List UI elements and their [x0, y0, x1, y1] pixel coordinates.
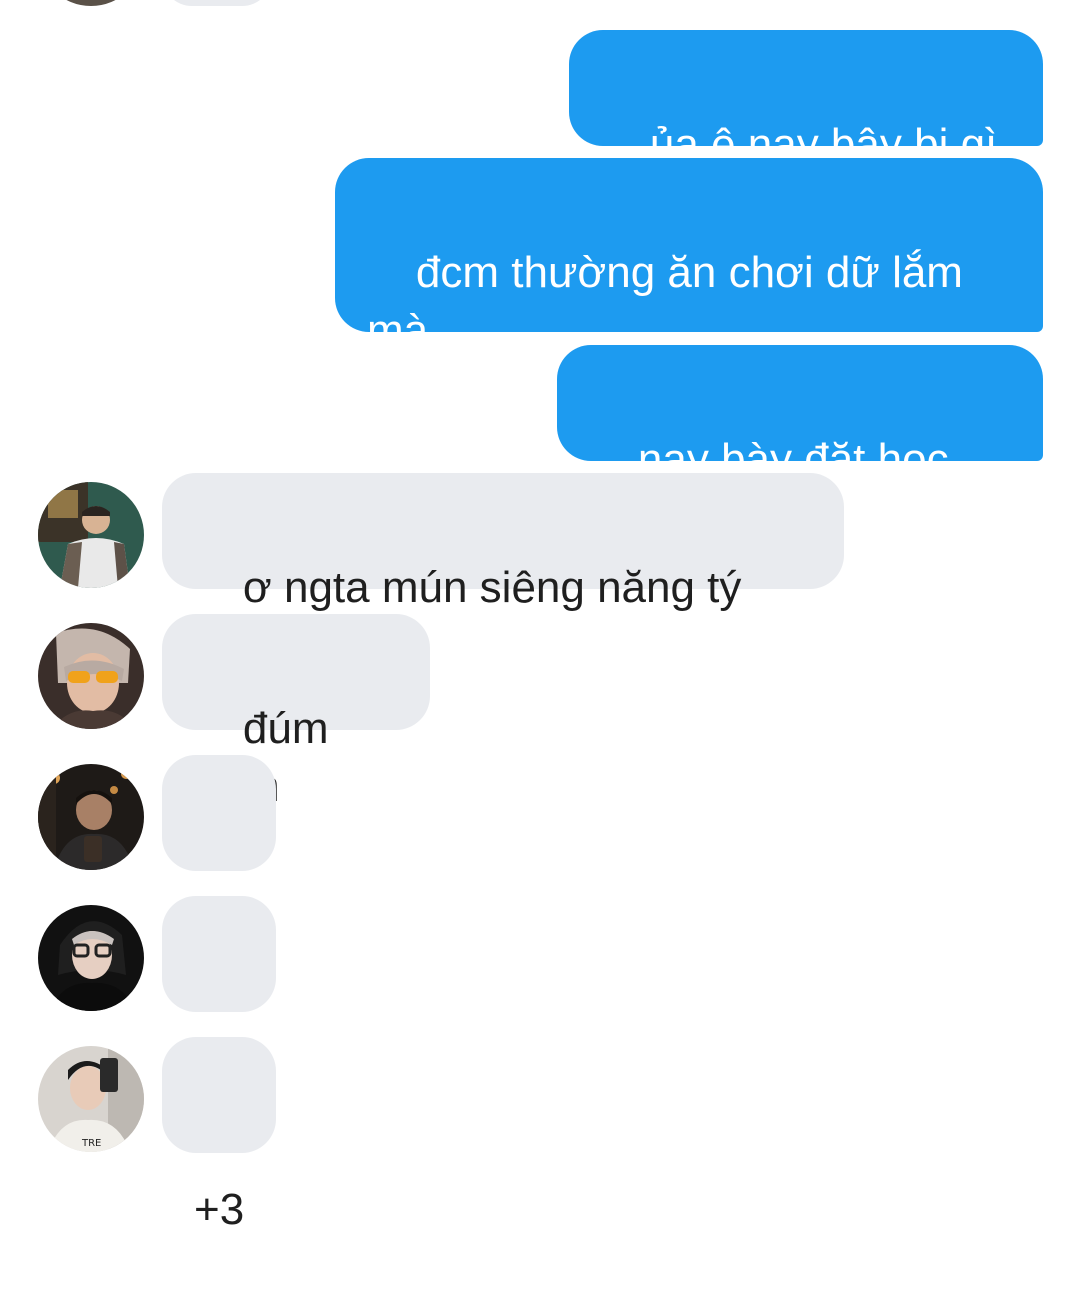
- incoming-message-4[interactable]: +2: [162, 896, 276, 1093]
- avatar[interactable]: [38, 905, 144, 1011]
- avatar[interactable]: [38, 482, 144, 588]
- incoming-message-1[interactable]: ơ ngta mún siêng năng tý mờ: [162, 473, 844, 670]
- outgoing-message-1[interactable]: ủa ê nay bây bị gì v: [569, 30, 1043, 227]
- incoming-message-3[interactable]: +1: [162, 755, 276, 952]
- outgoing-message-3[interactable]: nay bày đặt học bài: [557, 345, 1043, 542]
- message-text: +3: [194, 1185, 245, 1234]
- user-photo-icon: TRE: [38, 1046, 144, 1152]
- user-photo-icon: [38, 623, 144, 729]
- message-thread: ủa ê nay bây bị gì v đcm thường ăn chơi …: [0, 0, 1080, 1234]
- avatar[interactable]: TRE: [38, 1046, 144, 1152]
- svg-text:TRE: TRE: [81, 1138, 101, 1149]
- message-bubble-partial[interactable]: [162, 0, 272, 6]
- user-photo-icon: [38, 764, 144, 870]
- message-text: đcm thường ăn chơi dữ lắm mà: [367, 248, 976, 355]
- user-photo-icon: [38, 482, 144, 588]
- incoming-message-2[interactable]: đúm đúm: [162, 614, 430, 811]
- avatar[interactable]: [38, 764, 144, 870]
- avatar-partial[interactable]: [38, 0, 144, 6]
- avatar[interactable]: [38, 623, 144, 729]
- outgoing-message-2[interactable]: đcm thường ăn chơi dữ lắm mà: [335, 158, 1043, 355]
- incoming-message-5[interactable]: +3: [162, 1037, 276, 1234]
- user-photo-icon: [38, 905, 144, 1011]
